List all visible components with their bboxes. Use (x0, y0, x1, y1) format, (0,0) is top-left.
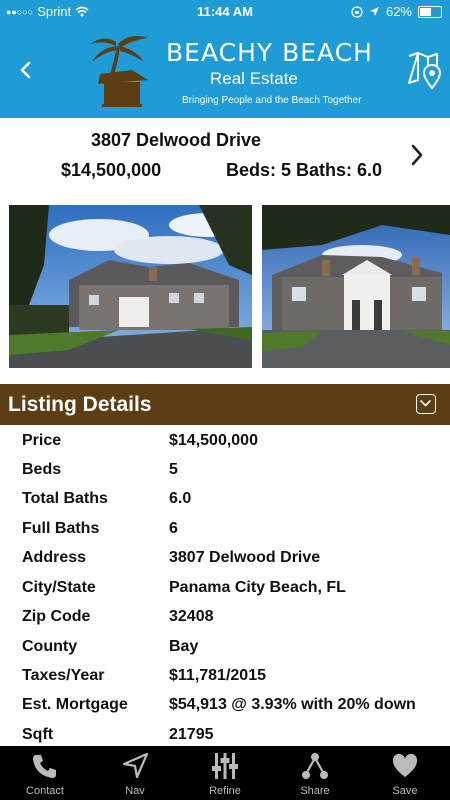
detail-label: Address (22, 549, 87, 566)
detail-value: 3807 Delwood Drive (169, 549, 321, 566)
tab-refine[interactable]: Refine (180, 746, 270, 800)
battery-percent: 62% (385, 4, 412, 19)
brand-tagline: Bringing People and the Beach Together (182, 95, 362, 106)
tab-share[interactable]: Share (270, 746, 360, 800)
heart-icon (392, 753, 418, 777)
house-photo-image (262, 205, 450, 368)
listing-details-header[interactable]: Listing Details (0, 384, 450, 425)
detail-value: $11,781/2015 (169, 667, 266, 684)
detail-value: 21795 (169, 726, 214, 743)
detail-value: 6 (169, 520, 178, 537)
palm-hut-logo-icon (90, 36, 148, 107)
tab-label: Save (392, 785, 418, 797)
detail-label: Est. Mortgage (22, 696, 128, 713)
brand-name: BEACHY BEACH (166, 38, 373, 67)
detail-label: Zip Code (22, 608, 91, 625)
phone-icon (33, 755, 56, 778)
detail-label: County (22, 638, 78, 655)
detail-label: Total Baths (22, 490, 108, 507)
detail-row: Full Baths 6 (0, 514, 450, 543)
location-arrow-icon (369, 7, 379, 16)
detail-value: Bay (169, 638, 199, 655)
sliders-icon (212, 753, 238, 779)
battery-icon (418, 5, 442, 18)
brand-subtitle: Real Estate (210, 69, 298, 88)
detail-value: 5 (169, 461, 178, 478)
listing-beds-baths: Beds: 5 Baths: 6.0 (226, 160, 383, 180)
detail-label: City/State (22, 579, 96, 596)
battery-fill (420, 7, 431, 16)
house-photo-image (9, 205, 252, 368)
map-button[interactable] (406, 50, 442, 90)
detail-label: Full Baths (22, 520, 100, 537)
tab-label: Share (300, 785, 330, 797)
brand-logo: BEACHY BEACH Real Estate Bringing People… (86, 32, 372, 112)
rotation-lock-icon (351, 5, 363, 18)
back-button[interactable] (12, 56, 40, 84)
app-header: BEACHY BEACH Real Estate Bringing People… (0, 24, 450, 118)
tab-label: Contact (26, 785, 64, 797)
detail-row: Address 3807 Delwood Drive (0, 543, 450, 572)
listing-details-list: Price $14,500,000 Beds 5 Total Baths 6.0… (0, 426, 450, 746)
chevron-left-icon (20, 61, 31, 79)
detail-row: Taxes/Year $11,781/2015 (0, 661, 450, 690)
detail-value: 6.0 (169, 490, 192, 507)
tab-save[interactable]: Save (360, 746, 450, 800)
detail-row: County Bay (0, 632, 450, 661)
navigation-arrow-icon (122, 752, 149, 779)
listing-details-title: Listing Details (8, 393, 152, 416)
tab-contact[interactable]: Contact (0, 746, 90, 800)
chevron-down-icon (420, 400, 431, 407)
status-right: 62% (351, 4, 442, 19)
listing-photo[interactable] (9, 205, 252, 368)
detail-row: Price $14,500,000 (0, 426, 450, 455)
detail-value: 32408 (169, 608, 214, 625)
listing-address: 3807 Delwood Drive (90, 130, 262, 150)
share-icon (302, 753, 328, 779)
detail-row: Zip Code 32408 (0, 602, 450, 631)
detail-row: Est. Mortgage $54,913 @ 3.93% with 20% d… (0, 690, 450, 719)
next-listing-button[interactable] (404, 140, 430, 170)
detail-row: City/State Panama City Beach, FL (0, 573, 450, 602)
detail-row: Sqft 21795 (0, 720, 450, 746)
status-bar: ●●○○○ Sprint 11:44 AM 62% (0, 0, 450, 24)
detail-value: $54,913 @ 3.93% with 20% down (169, 696, 416, 713)
tab-label: Refine (209, 785, 241, 797)
detail-label: Beds (22, 461, 62, 478)
detail-label: Sqft (22, 726, 54, 743)
detail-value: Panama City Beach, FL (169, 579, 346, 596)
listing-photo[interactable] (262, 205, 450, 368)
detail-value: $14,500,000 (169, 432, 258, 449)
detail-label: Taxes/Year (22, 667, 105, 684)
tab-nav[interactable]: Nav (90, 746, 180, 800)
detail-row: Beds 5 (0, 455, 450, 484)
chevron-right-icon (411, 144, 423, 166)
detail-row: Total Baths 6.0 (0, 484, 450, 513)
bottom-tab-bar: Contact Nav Refine Share Save (0, 746, 450, 800)
listing-price: $14,500,000 (61, 160, 162, 180)
tab-label: Nav (125, 785, 145, 797)
collapse-toggle-button[interactable] (416, 394, 436, 414)
listing-summary: 3807 Delwood Drive $14,500,000 Beds: 5 B… (0, 118, 450, 198)
detail-label: Price (22, 432, 62, 449)
map-pin-icon (408, 52, 442, 90)
